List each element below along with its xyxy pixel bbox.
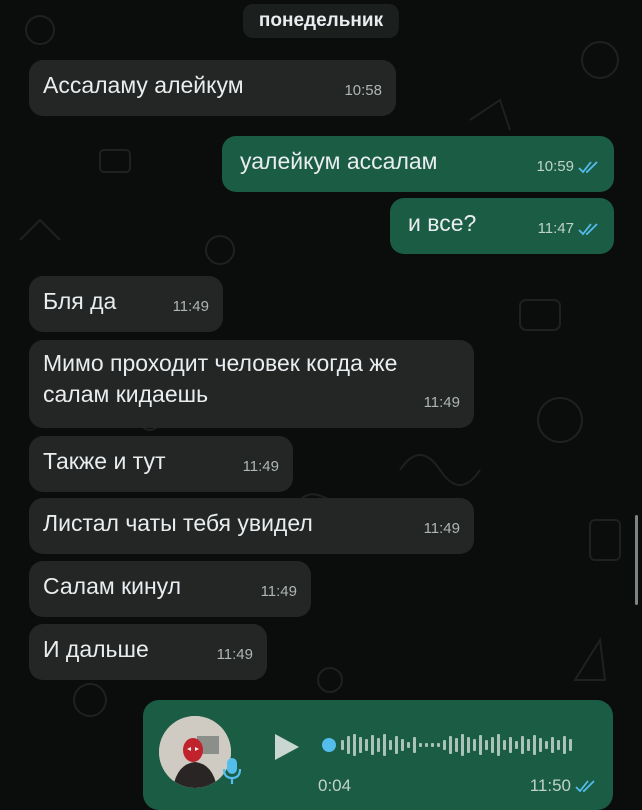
message-time: 11:49 — [423, 394, 460, 411]
message-time: 10:58 — [344, 82, 382, 99]
double-check-icon — [578, 222, 598, 235]
message-text: Мимо проходит человек когда же салам кид… — [43, 350, 398, 407]
message-text: Листал чаты тебя увидел — [43, 510, 313, 536]
day-separator: понедельник — [242, 4, 400, 38]
message-time: 11:49 — [242, 458, 279, 475]
message-text: И дальше — [43, 636, 149, 662]
message-bubble-incoming[interactable]: И дальше 11:49 — [29, 624, 267, 680]
message-text: Салам кинул — [43, 573, 182, 599]
message-text: Бля да — [43, 288, 117, 314]
double-check-icon — [575, 780, 595, 793]
voice-waveform[interactable] — [321, 728, 591, 762]
scrollbar-thumb[interactable] — [635, 515, 638, 605]
message-time: 11:49 — [260, 583, 297, 600]
message-text: Ассаламу алейкум — [43, 72, 244, 98]
voice-message-bubble[interactable]: 0:04 11:50 — [143, 700, 613, 810]
message-bubble-incoming[interactable]: Мимо проходит человек когда же салам кид… — [29, 340, 474, 428]
double-check-icon — [578, 160, 598, 173]
message-text: уалейкум ассалам — [240, 148, 438, 174]
microphone-icon — [222, 758, 242, 784]
message-bubble-incoming[interactable]: Также и тут 11:49 — [29, 436, 293, 492]
voice-duration: 0:04 — [318, 776, 352, 795]
message-status: 11:47 — [538, 213, 600, 244]
message-bubble-incoming[interactable]: Салам кинул 11:49 — [29, 561, 311, 617]
message-bubble-incoming[interactable]: Листал чаты тебя увидел 11:49 — [29, 498, 474, 554]
message-bubble-incoming[interactable]: Бля да 11:49 — [29, 276, 223, 332]
message-text: Также и тут — [43, 448, 166, 474]
message-bubble-outgoing[interactable]: и все? 11:47 — [390, 198, 614, 254]
message-time: 11:49 — [172, 298, 209, 315]
message-status: 10:59 — [536, 151, 600, 182]
message-time: 11:49 — [423, 520, 460, 537]
message-bubble-incoming[interactable]: Ассаламу алейкум 10:58 — [29, 60, 396, 116]
message-text: и все? — [408, 210, 477, 236]
message-time: 11:49 — [216, 646, 253, 663]
message-bubble-outgoing[interactable]: уалейкум ассалам 10:59 — [222, 136, 614, 192]
play-icon[interactable] — [273, 732, 301, 762]
message-status: 11:50 — [530, 776, 597, 796]
